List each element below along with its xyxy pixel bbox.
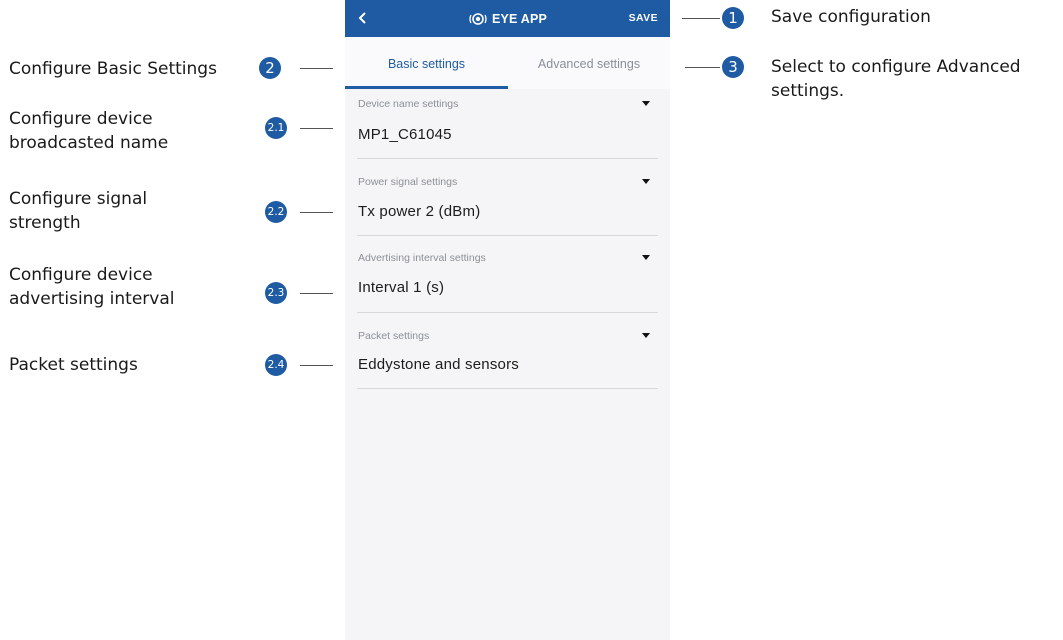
leader-line [300, 212, 333, 213]
setting-label: Power signal settings [358, 176, 458, 188]
tab-basic-settings[interactable]: Basic settings [345, 37, 508, 89]
annotation-advanced-settings: Select to configure Advanced settings. [771, 55, 1021, 103]
leader-line [300, 293, 333, 294]
annotation-line: Configure device [9, 109, 153, 129]
annotation-signal-strength: Configure signal strength [9, 187, 147, 235]
power-signal-setting[interactable]: Power signal settings Tx power 2 (dBm) [357, 176, 658, 236]
badge-3: 3 [722, 56, 744, 78]
app-header: EYE APP SAVE [345, 0, 670, 37]
badge-2-2: 2.2 [265, 201, 287, 223]
annotation-device-name: Configure device broadcasted name [9, 107, 168, 155]
badge-2-3: 2.3 [265, 282, 287, 304]
dropdown-arrow-icon [642, 255, 650, 260]
dropdown-arrow-icon [642, 179, 650, 184]
annotation-packet-settings: Packet settings [9, 355, 138, 375]
settings-tabs: Basic settings Advanced settings [345, 37, 670, 89]
setting-label: Device name settings [358, 98, 459, 110]
annotation-line: broadcasted name [9, 133, 169, 153]
app-title: EYE APP [491, 11, 548, 26]
annotation-line: strength [9, 213, 81, 233]
leader-line [300, 128, 333, 129]
annotation-line: Select to configure Advanced [771, 57, 1021, 77]
app-logo: EYE APP [345, 0, 670, 37]
annotation-basic-settings: Configure Basic Settings [9, 59, 217, 79]
device-name-setting[interactable]: Device name settings MP1_C61045 [357, 98, 658, 159]
dropdown-arrow-icon [642, 333, 650, 338]
tab-advanced-settings[interactable]: Advanced settings [508, 37, 670, 89]
save-button[interactable]: SAVE [629, 0, 658, 37]
phone-screen: EYE APP SAVE Basic settings Advanced set… [345, 0, 670, 640]
eye-logo-icon [469, 12, 487, 25]
badge-2-1: 2.1 [265, 117, 287, 139]
annotation-line: Configure signal [9, 189, 148, 209]
leader-line [300, 365, 333, 366]
badge-2: 2 [259, 57, 281, 79]
dropdown-arrow-icon [642, 101, 650, 106]
setting-value: Interval 1 (s) [358, 279, 445, 296]
setting-value: Tx power 2 (dBm) [358, 203, 481, 220]
badge-2-4: 2.4 [265, 354, 287, 376]
leader-line [682, 18, 720, 19]
active-tab-indicator [345, 86, 508, 89]
advertising-interval-setting[interactable]: Advertising interval settings Interval 1… [357, 252, 658, 313]
annotation-line: settings. [771, 81, 845, 101]
badge-1: 1 [722, 7, 744, 29]
leader-line [685, 67, 720, 68]
annotation-line: Configure device [9, 265, 153, 285]
setting-label: Advertising interval settings [358, 252, 486, 264]
annotation-advertising-interval: Configure device advertising interval [9, 263, 174, 311]
packet-setting[interactable]: Packet settings Eddystone and sensors [357, 330, 658, 389]
annotation-line: advertising interval [9, 289, 175, 309]
setting-value: Eddystone and sensors [358, 356, 519, 373]
leader-line [300, 68, 333, 69]
setting-value: MP1_C61045 [358, 126, 452, 143]
setting-label: Packet settings [358, 330, 430, 342]
annotation-save-configuration: Save configuration [771, 7, 931, 27]
